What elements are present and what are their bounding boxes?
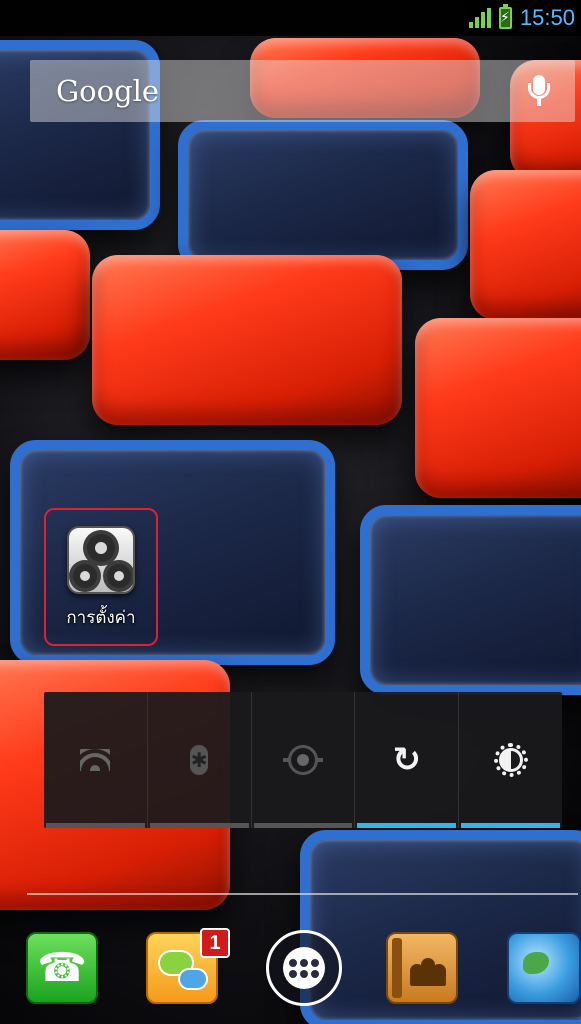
bluetooth-icon: ✱ — [190, 745, 209, 775]
settings-shortcut-label: การตั้งค่า — [66, 608, 136, 628]
gps-toggle[interactable] — [252, 692, 356, 828]
dock-divider — [27, 893, 578, 895]
settings-gears-icon — [67, 526, 135, 594]
wallpaper-tile — [178, 120, 468, 270]
unread-badge: 1 — [200, 928, 230, 958]
power-control-widget: ✱ ↻ — [44, 692, 562, 828]
phone-app-icon[interactable]: ☎ — [26, 932, 98, 1004]
bluetooth-toggle[interactable]: ✱ — [148, 692, 252, 828]
wifi-toggle[interactable] — [44, 692, 148, 828]
gps-icon — [282, 745, 323, 775]
battery-charging-icon — [498, 4, 512, 29]
wallpaper-tile — [415, 318, 581, 498]
status-bar[interactable]: 15:50 — [0, 0, 581, 36]
wifi-icon — [80, 749, 111, 771]
settings-shortcut[interactable]: การตั้งค่า — [44, 508, 158, 646]
status-clock: 15:50 — [519, 5, 575, 30]
sync-toggle[interactable]: ↻ — [355, 692, 460, 828]
app-drawer-button[interactable] — [266, 930, 342, 1006]
wallpaper-tile — [470, 170, 581, 320]
bluetooth-indicator — [149, 823, 249, 828]
brightness-indicator — [461, 823, 560, 828]
browser-app-icon[interactable] — [507, 932, 581, 1004]
wallpaper-tile — [92, 255, 402, 425]
brightness-toggle[interactable] — [459, 692, 562, 828]
contacts-app-icon[interactable] — [386, 932, 458, 1004]
signal-icon — [468, 8, 491, 28]
mic-icon[interactable] — [527, 73, 551, 109]
wifi-indicator — [46, 823, 145, 828]
app-grid-icon — [283, 947, 325, 989]
sync-icon: ↻ — [392, 740, 422, 780]
sync-indicator — [357, 823, 457, 828]
gps-indicator — [253, 823, 353, 828]
brightness-icon — [493, 743, 528, 777]
google-logo: Google — [56, 74, 160, 108]
wallpaper-tile — [0, 230, 90, 360]
google-search-bar[interactable]: Google — [30, 60, 575, 122]
wallpaper-tile — [360, 505, 581, 695]
people-icon — [410, 954, 446, 986]
